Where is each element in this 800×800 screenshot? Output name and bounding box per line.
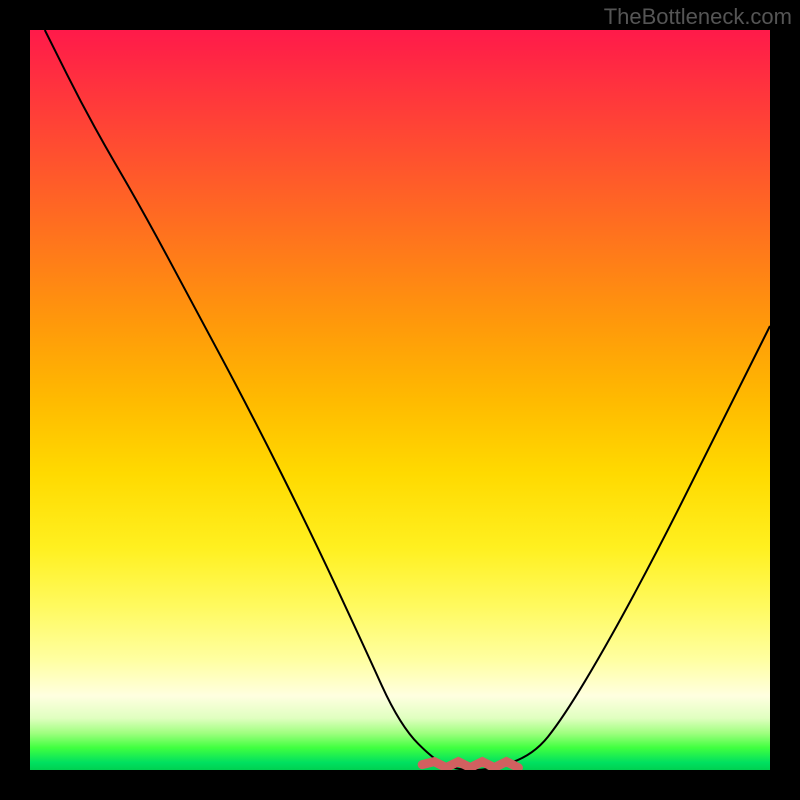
bottleneck-curve-line [45, 30, 770, 770]
chart-svg [30, 30, 770, 770]
optimal-range-marker [422, 762, 518, 768]
watermark-text: TheBottleneck.com [604, 4, 792, 30]
chart-plot-area [30, 30, 770, 770]
